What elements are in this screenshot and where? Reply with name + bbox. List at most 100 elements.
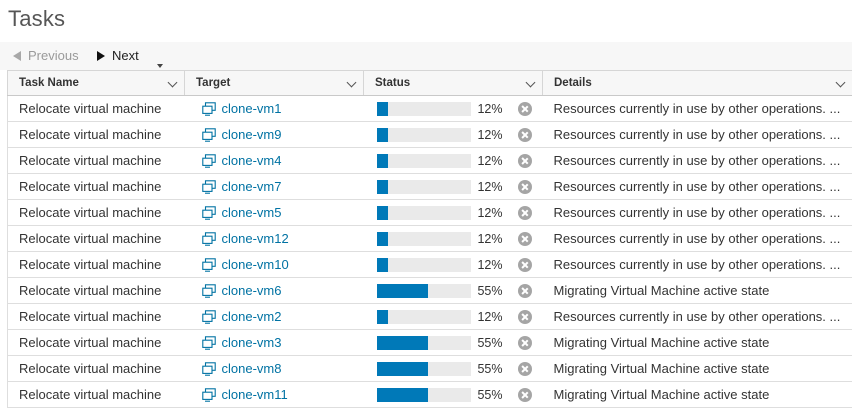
cancel-task-icon[interactable] bbox=[518, 336, 532, 350]
task-details: Resources currently in use by other oper… bbox=[554, 101, 852, 116]
status-cell: 55% bbox=[364, 356, 543, 382]
table-row[interactable]: Relocate virtual machine clone-vm6 55% bbox=[8, 278, 852, 304]
progress-percent: 12% bbox=[477, 258, 503, 272]
chevron-down-icon[interactable] bbox=[526, 78, 536, 88]
progress-bar bbox=[377, 154, 471, 168]
progress-bar bbox=[377, 362, 471, 376]
target-link[interactable]: clone-vm7 bbox=[202, 179, 364, 194]
progress-bar-fill bbox=[377, 102, 388, 116]
status-cell: 12% bbox=[364, 122, 543, 148]
table-row[interactable]: Relocate virtual machine clone-vm11 55% bbox=[8, 382, 852, 408]
table-row[interactable]: Relocate virtual machine clone-vm8 55% bbox=[8, 356, 852, 382]
next-button[interactable]: Next bbox=[97, 48, 139, 63]
task-details: Resources currently in use by other oper… bbox=[554, 127, 852, 142]
table-row[interactable]: Relocate virtual machine clone-vm5 12% bbox=[8, 200, 852, 226]
target-cell: clone-vm6 bbox=[185, 278, 364, 304]
table-row[interactable]: Relocate virtual machine clone-vm12 12% bbox=[8, 226, 852, 252]
target-link[interactable]: clone-vm9 bbox=[202, 127, 364, 142]
cancel-task-icon[interactable] bbox=[518, 102, 532, 116]
task-name-cell: Relocate virtual machine bbox=[8, 200, 185, 226]
column-header-task-name[interactable]: Task Name bbox=[8, 71, 185, 96]
target-cell: clone-vm7 bbox=[185, 174, 364, 200]
chevron-down-icon[interactable] bbox=[168, 78, 178, 88]
column-header-status[interactable]: Status bbox=[364, 71, 543, 96]
table-row[interactable]: Relocate virtual machine clone-vm7 12% bbox=[8, 174, 852, 200]
virtual-machine-icon bbox=[202, 206, 216, 220]
chevron-down-icon[interactable] bbox=[347, 78, 357, 88]
table-row[interactable]: Relocate virtual machine clone-vm3 55% bbox=[8, 330, 852, 356]
cancel-task-icon[interactable] bbox=[518, 362, 532, 376]
cancel-task-icon[interactable] bbox=[518, 206, 532, 220]
task-name-cell: Relocate virtual machine bbox=[8, 304, 185, 330]
cancel-task-icon[interactable] bbox=[518, 180, 532, 194]
column-header-target[interactable]: Target bbox=[185, 71, 364, 96]
table-row[interactable]: Relocate virtual machine clone-vm2 12% bbox=[8, 304, 852, 330]
target-link[interactable]: clone-vm6 bbox=[202, 283, 364, 298]
task-details: Migrating Virtual Machine active state bbox=[554, 387, 852, 402]
target-link[interactable]: clone-vm11 bbox=[202, 387, 364, 402]
details-cell: Migrating Virtual Machine active state bbox=[543, 356, 852, 382]
details-cell: Resources currently in use by other oper… bbox=[543, 122, 852, 148]
progress-bar bbox=[377, 258, 471, 272]
column-header-label: Target bbox=[196, 77, 230, 89]
target-link[interactable]: clone-vm4 bbox=[202, 153, 364, 168]
chevron-down-icon[interactable] bbox=[836, 78, 846, 88]
target-link[interactable]: clone-vm8 bbox=[202, 361, 364, 376]
cancel-task-icon[interactable] bbox=[518, 128, 532, 142]
cancel-task-icon[interactable] bbox=[518, 258, 532, 272]
target-name: clone-vm1 bbox=[222, 101, 282, 116]
target-name: clone-vm7 bbox=[222, 179, 282, 194]
progress-bar-fill bbox=[377, 284, 429, 298]
column-header-label: Task Name bbox=[19, 77, 79, 89]
virtual-machine-icon bbox=[202, 388, 216, 402]
progress-bar bbox=[377, 128, 471, 142]
table-row[interactable]: Relocate virtual machine clone-vm10 12% bbox=[8, 252, 852, 278]
virtual-machine-icon bbox=[202, 180, 216, 194]
progress-bar bbox=[377, 388, 471, 402]
task-name-cell: Relocate virtual machine bbox=[8, 356, 185, 382]
details-cell: Resources currently in use by other oper… bbox=[543, 96, 852, 122]
target-link[interactable]: clone-vm12 bbox=[202, 231, 364, 246]
details-cell: Migrating Virtual Machine active state bbox=[543, 330, 852, 356]
task-name-cell: Relocate virtual machine bbox=[8, 278, 185, 304]
task-name-cell: Relocate virtual machine bbox=[8, 96, 185, 122]
target-link[interactable]: clone-vm5 bbox=[202, 205, 364, 220]
status-cell: 55% bbox=[364, 278, 543, 304]
previous-button[interactable]: Previous bbox=[13, 48, 79, 63]
task-name-cell: Relocate virtual machine bbox=[8, 122, 185, 148]
cancel-task-icon[interactable] bbox=[518, 232, 532, 246]
table-row[interactable]: Relocate virtual machine clone-vm9 12% bbox=[8, 122, 852, 148]
target-name: clone-vm2 bbox=[222, 309, 282, 324]
virtual-machine-icon bbox=[202, 128, 216, 142]
progress-percent: 55% bbox=[477, 388, 503, 402]
cancel-task-icon[interactable] bbox=[518, 388, 532, 402]
progress-bar-fill bbox=[377, 206, 388, 220]
progress-percent: 12% bbox=[477, 180, 503, 194]
cancel-task-icon[interactable] bbox=[518, 284, 532, 298]
caret-right-icon bbox=[97, 51, 105, 61]
target-link[interactable]: clone-vm3 bbox=[202, 335, 364, 350]
progress-bar-fill bbox=[377, 336, 429, 350]
task-details: Migrating Virtual Machine active state bbox=[554, 335, 852, 350]
virtual-machine-icon bbox=[202, 102, 216, 116]
target-cell: clone-vm12 bbox=[185, 226, 364, 252]
previous-button-label: Previous bbox=[28, 48, 79, 63]
details-cell: Resources currently in use by other oper… bbox=[543, 148, 852, 174]
task-name-cell: Relocate virtual machine bbox=[8, 174, 185, 200]
tasks-table: Task Name Target Status Details Relocate… bbox=[7, 70, 852, 408]
target-link[interactable]: clone-vm10 bbox=[202, 257, 364, 272]
sort-indicator-icon bbox=[157, 64, 163, 68]
progress-bar-fill bbox=[377, 388, 429, 402]
task-name-cell: Relocate virtual machine bbox=[8, 226, 185, 252]
cancel-task-icon[interactable] bbox=[518, 154, 532, 168]
task-name-cell: Relocate virtual machine bbox=[8, 382, 185, 408]
target-link[interactable]: clone-vm1 bbox=[202, 101, 364, 116]
table-row[interactable]: Relocate virtual machine clone-vm1 12% bbox=[8, 96, 852, 122]
cancel-task-icon[interactable] bbox=[518, 310, 532, 324]
progress-percent: 55% bbox=[477, 336, 503, 350]
target-link[interactable]: clone-vm2 bbox=[202, 309, 364, 324]
table-row[interactable]: Relocate virtual machine clone-vm4 12% bbox=[8, 148, 852, 174]
column-header-details[interactable]: Details bbox=[543, 71, 852, 96]
progress-percent: 12% bbox=[477, 102, 503, 116]
progress-percent: 12% bbox=[477, 232, 503, 246]
